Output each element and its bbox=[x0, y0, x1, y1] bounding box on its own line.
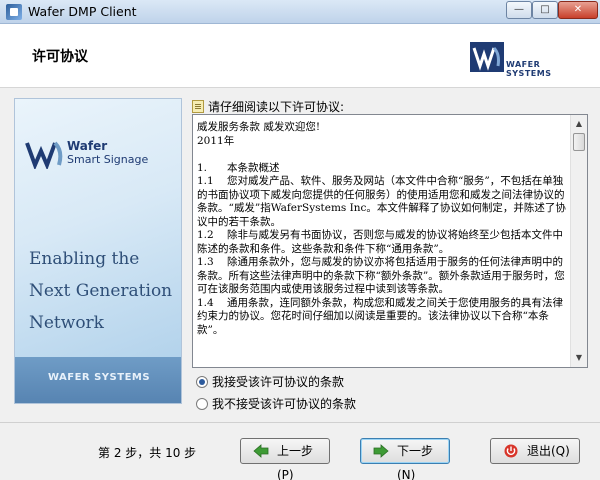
arrow-right-icon bbox=[373, 444, 389, 458]
wafer-logo-icon bbox=[470, 42, 504, 72]
step-counter: 第 2 步，共 10 步 bbox=[98, 446, 197, 460]
close-button[interactable]: ✕ bbox=[558, 1, 598, 19]
page-title: 许可协议 bbox=[32, 49, 88, 65]
banner-brand-line1: Wafer bbox=[67, 139, 108, 153]
previous-button-label: 上一步(P) bbox=[277, 444, 314, 480]
accept-radio[interactable] bbox=[196, 376, 208, 388]
previous-button[interactable]: 上一步(P) bbox=[240, 438, 330, 480]
banner-logo-icon bbox=[25, 141, 63, 169]
title-bar: Wafer DMP Client — □ ✕ bbox=[0, 0, 600, 24]
wafer-logo: WAFER SYSTEMS bbox=[470, 40, 582, 78]
next-button[interactable]: 下一步(N) bbox=[360, 438, 450, 480]
power-icon bbox=[504, 444, 518, 458]
next-button-label: 下一步(N) bbox=[397, 444, 434, 480]
decline-option[interactable]: 我不接受该许可协议的条款 bbox=[196, 395, 356, 412]
app-icon bbox=[6, 4, 22, 20]
footer-divider bbox=[0, 422, 600, 423]
exit-button-label: 退出(Q) bbox=[527, 444, 570, 458]
exit-button[interactable]: 退出(Q) bbox=[490, 438, 580, 464]
decline-label[interactable]: 我不接受该许可协议的条款 bbox=[212, 397, 356, 411]
license-label-text: 请仔细阅读以下许可协议: bbox=[208, 100, 345, 114]
document-icon bbox=[192, 100, 204, 113]
license-scrollbar[interactable]: ▲ ▼ bbox=[570, 115, 587, 367]
window-title: Wafer DMP Client bbox=[28, 4, 137, 19]
accept-option[interactable]: 我接受该许可协议的条款 bbox=[196, 373, 344, 390]
maximize-button[interactable]: □ bbox=[532, 1, 558, 19]
minimize-button[interactable]: — bbox=[506, 1, 532, 19]
banner-slogan: Enabling the Next Generation Network bbox=[29, 249, 173, 333]
license-text: 威发服务条款 威发欢迎您! 2011年 1. 本条款概述 1.1 您对威发产品、… bbox=[197, 121, 566, 336]
banner-brand-line2: Smart Signage bbox=[67, 153, 149, 166]
license-label: 请仔细阅读以下许可协议: bbox=[192, 98, 344, 115]
scroll-up-arrow-icon[interactable]: ▲ bbox=[573, 117, 585, 131]
arrow-left-icon bbox=[253, 444, 269, 458]
wizard-header: 许可协议 WAFER SYSTEMS bbox=[0, 24, 600, 88]
scroll-down-arrow-icon[interactable]: ▼ bbox=[573, 351, 585, 365]
decline-radio[interactable] bbox=[196, 398, 208, 410]
accept-label[interactable]: 我接受该许可协议的条款 bbox=[212, 375, 344, 389]
banner-footer-text: WAFER SYSTEMS bbox=[47, 372, 151, 383]
side-banner: Wafer Smart Signage Enabling the Next Ge… bbox=[14, 98, 182, 404]
banner-footer: WAFER SYSTEMS bbox=[15, 357, 181, 403]
license-textbox[interactable]: 威发服务条款 威发欢迎您! 2011年 1. 本条款概述 1.1 您对威发产品、… bbox=[192, 114, 588, 368]
logo-text: WAFER SYSTEMS bbox=[506, 60, 552, 78]
scrollbar-thumb[interactable] bbox=[573, 133, 585, 151]
